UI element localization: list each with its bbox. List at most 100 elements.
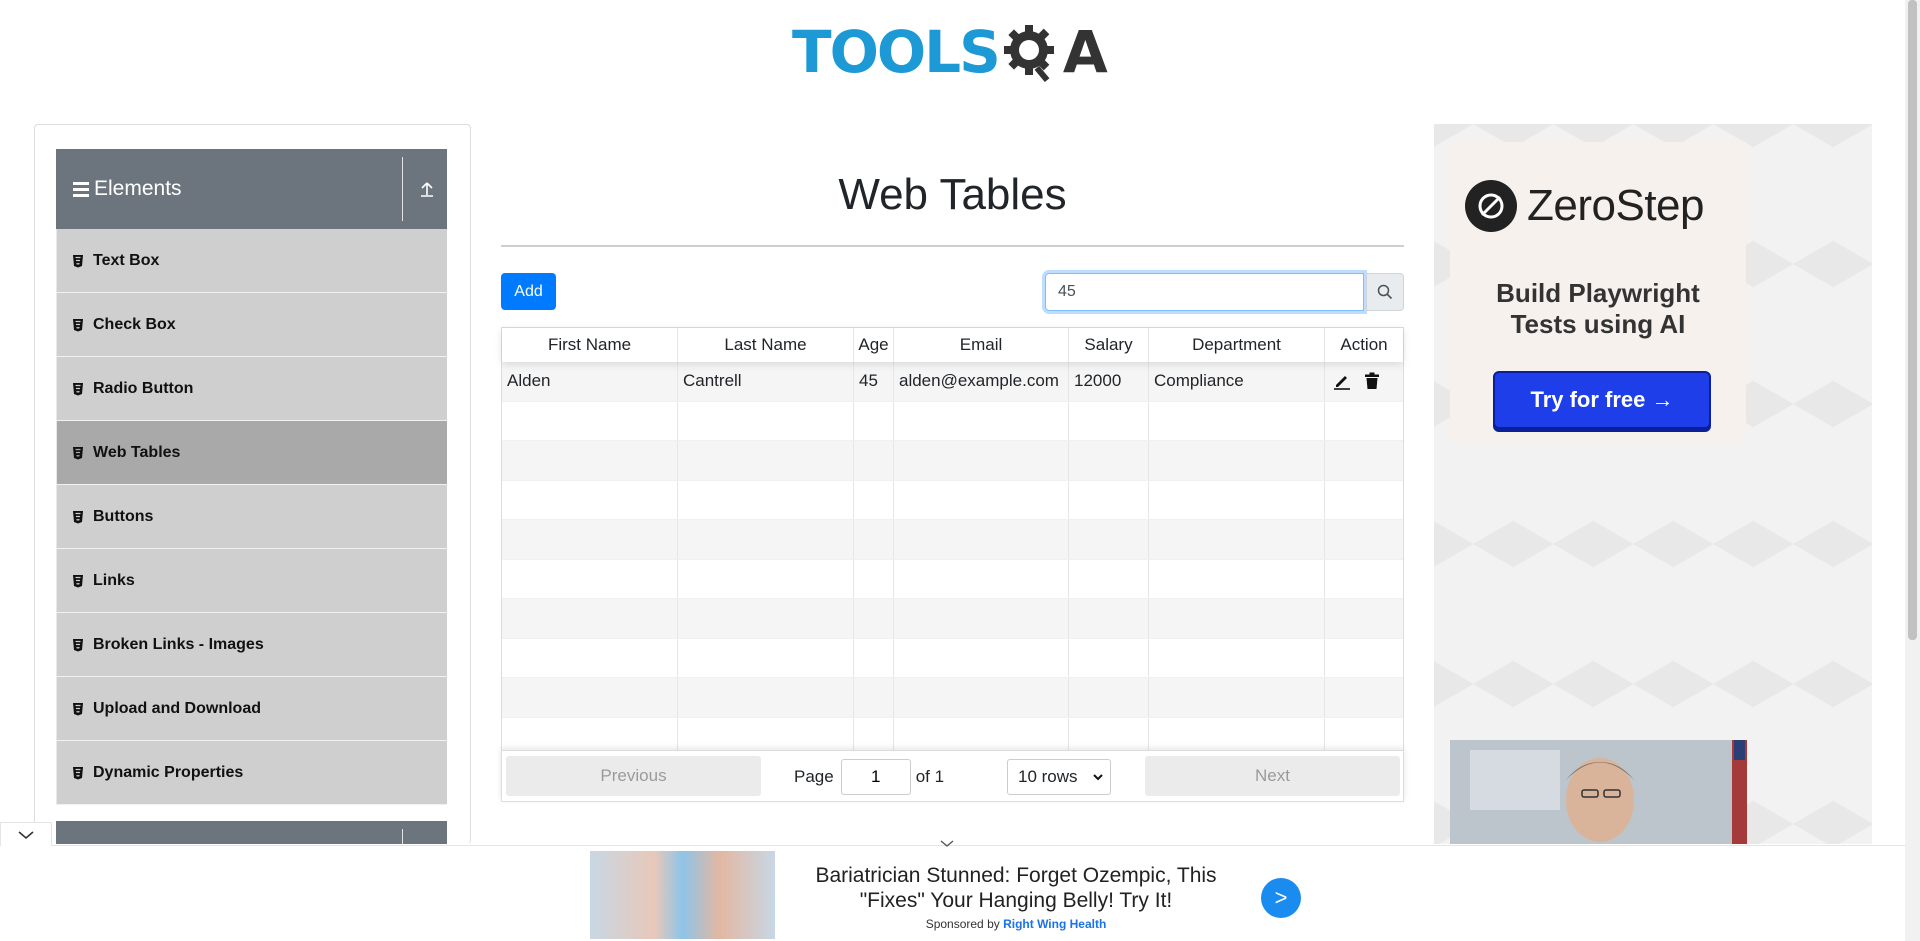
table-row [502, 441, 1403, 481]
cell-last-name: Cantrell [678, 362, 854, 401]
try-for-free-button[interactable]: Try for free → [1493, 371, 1711, 429]
ad-headline[interactable]: Bariatrician Stunned: Forget Ozempic, Th… [800, 863, 1232, 913]
sidebar-item-links[interactable]: Links [56, 549, 447, 613]
sidebar-item-upload-download[interactable]: Upload and Download [56, 677, 447, 741]
column-header-department[interactable]: Department [1149, 328, 1325, 362]
zerostep-logo-icon [1465, 180, 1517, 232]
page-title: Web Tables [838, 170, 1067, 219]
sidebar-item-dynamic-properties[interactable]: Dynamic Properties [56, 741, 447, 805]
table-row [502, 480, 1403, 520]
html5-icon [72, 638, 84, 652]
divider [402, 829, 403, 844]
logo-text-tools: TOOLS [792, 18, 1001, 86]
cell-age: 45 [854, 362, 894, 401]
sidebar-item-label: Web Tables [93, 443, 181, 461]
divider [402, 157, 403, 221]
chevron-down-icon [1093, 774, 1103, 781]
page-scrollbar[interactable] [1905, 0, 1920, 941]
sidebar-item-label: Broken Links - Images [93, 635, 264, 653]
title-divider [501, 245, 1404, 247]
zerostep-tagline: Build Playwright Tests using AI [1450, 278, 1746, 340]
html5-icon [72, 702, 84, 716]
scrollbar-thumb[interactable] [1908, 0, 1917, 640]
table-row [502, 599, 1403, 639]
html5-icon [72, 574, 84, 588]
cell-department: Compliance [1149, 362, 1325, 401]
column-header-last-name[interactable]: Last Name [678, 328, 854, 362]
right-ad-banner[interactable]: ZeroStep Build Playwright Tests using AI… [1434, 124, 1872, 844]
delete-trash-icon[interactable] [1364, 372, 1380, 390]
collapse-arrow-up-icon[interactable] [416, 177, 438, 201]
tagline-line-2: Tests using AI [1510, 309, 1686, 340]
html5-icon [72, 318, 84, 332]
cell-first-name: Alden [502, 362, 678, 401]
table-row [502, 678, 1403, 718]
ad-image[interactable] [590, 851, 775, 939]
page-number-input[interactable] [840, 759, 911, 795]
page-label: Page [794, 767, 834, 786]
column-header-email[interactable]: Email [894, 328, 1069, 362]
previous-button[interactable]: Previous [506, 756, 761, 796]
sidebar-item-radio-button[interactable]: Radio Button [56, 357, 447, 421]
html5-icon [72, 446, 84, 460]
hamburger-icon [73, 181, 89, 197]
search-button[interactable] [1366, 273, 1404, 311]
sidebar-item-label: Links [93, 571, 135, 589]
left-panel: Elements Text Box Check Box Radio Button… [34, 124, 471, 844]
ad-sponsor: Sponsored by Right Wing Health [800, 917, 1232, 931]
sidebar-item-label: Upload and Download [93, 699, 261, 717]
sidebar-item-label: Text Box [93, 251, 160, 269]
html5-icon [72, 382, 84, 396]
html5-icon [72, 766, 84, 780]
group-header-forms[interactable] [56, 821, 447, 844]
sponsor-link[interactable]: Right Wing Health [1003, 917, 1106, 931]
table-row [502, 559, 1403, 599]
sidebar-item-text-box[interactable]: Text Box [56, 229, 447, 293]
cell-action [1325, 362, 1403, 401]
sidebar-item-web-tables[interactable]: Web Tables [56, 421, 447, 485]
group-header-elements[interactable]: Elements [56, 149, 447, 229]
search-input[interactable] [1045, 273, 1364, 311]
html5-icon [72, 254, 84, 268]
sidebar-item-label: Radio Button [93, 379, 194, 397]
zerostep-brand: ZeroStep [1527, 181, 1704, 230]
zerostep-ad-card[interactable]: ZeroStep Build Playwright Tests using AI… [1450, 142, 1746, 442]
sidebar-item-check-box[interactable]: Check Box [56, 293, 447, 357]
html5-icon [72, 510, 84, 524]
table-row [502, 638, 1403, 678]
rows-per-page-value: 10 rows [1018, 767, 1078, 786]
gear-logo-icon [1003, 25, 1054, 82]
ad-photo-man[interactable] [1450, 740, 1747, 844]
zerostep-logo: ZeroStep [1465, 180, 1704, 232]
sidebar-item-buttons[interactable]: Buttons [56, 485, 447, 549]
column-header-age[interactable]: Age [854, 328, 894, 362]
sidebar-item-broken-links[interactable]: Broken Links - Images [56, 613, 447, 677]
column-header-salary[interactable]: Salary [1069, 328, 1149, 362]
ad-go-button[interactable]: > [1261, 878, 1301, 918]
table-row [502, 401, 1403, 441]
column-header-first-name[interactable]: First Name [502, 328, 678, 362]
edit-pencil-icon[interactable] [1333, 372, 1351, 391]
cell-salary: 12000 [1069, 362, 1149, 401]
sidebar-item-label: Check Box [93, 315, 176, 333]
chevron-down-icon[interactable] [940, 835, 954, 853]
rows-per-page-select[interactable]: 10 rows [1007, 759, 1111, 795]
search-icon [1377, 284, 1393, 300]
collapse-ad-button[interactable] [0, 822, 52, 846]
table-header: First Name Last Name Age Email Salary De… [502, 328, 1403, 362]
web-table: First Name Last Name Age Email Salary De… [501, 327, 1404, 758]
chevron-down-icon [18, 830, 34, 839]
bottom-ad-bar[interactable]: Bariatrician Stunned: Forget Ozempic, Th… [0, 822, 1905, 941]
page-indicator: Page of 1 [794, 759, 944, 795]
next-button[interactable]: Next [1145, 756, 1400, 796]
group-title: Elements [94, 177, 182, 200]
column-header-action: Action [1340, 335, 1388, 354]
sidebar-item-label: Dynamic Properties [93, 763, 244, 781]
page-total: of 1 [915, 767, 945, 786]
table-row [502, 520, 1403, 560]
sidebar-menu: Text Box Check Box Radio Button Web Tabl… [56, 229, 447, 805]
logo-text-a: A [1062, 18, 1108, 86]
add-button[interactable]: Add [501, 273, 556, 310]
toolsqa-logo[interactable]: TOOLS A [792, 14, 1108, 90]
sponsored-by-label: Sponsored by [925, 917, 1000, 931]
